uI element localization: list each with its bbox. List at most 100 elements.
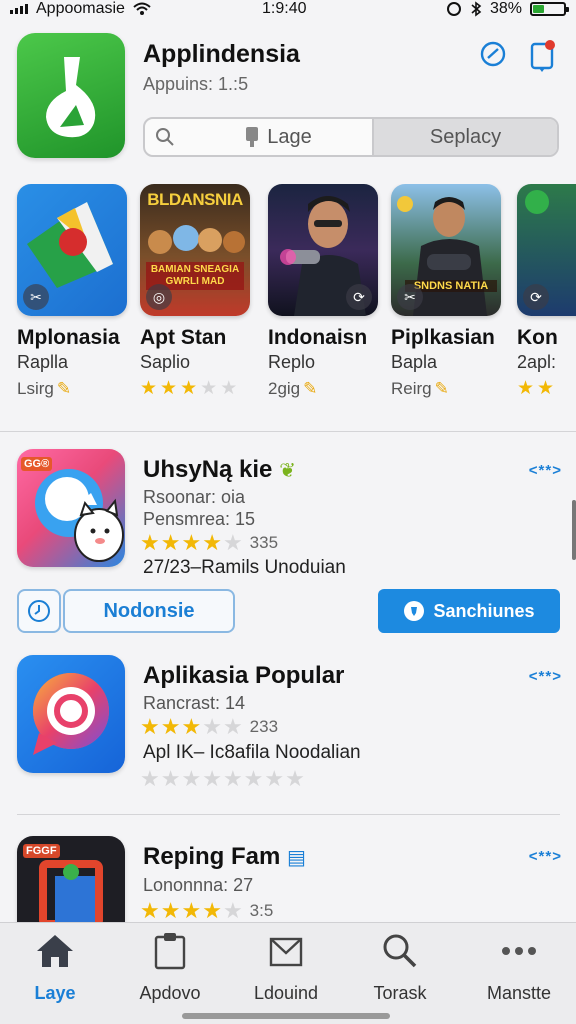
star-icon: ★ <box>243 766 264 791</box>
popular-more-button[interactable]: <**> <box>529 668 562 685</box>
star-icon: ★ <box>140 766 160 791</box>
app-art: SNDNS NATIA ✂ <box>391 184 501 316</box>
third-title-text: Reping Fam <box>143 843 281 870</box>
tab-manstte[interactable]: Manstte <box>469 929 569 1009</box>
card-meta-text: Lsirg <box>17 379 54 398</box>
popular-date-line: Apl IK– Ic8afila Noodalian <box>143 742 361 763</box>
page-title: Applindensia <box>143 40 300 68</box>
clock-button[interactable] <box>17 589 61 633</box>
signal-icon <box>10 4 28 14</box>
mail-icon <box>269 929 303 973</box>
app-carousel: ✂ Mplonasia Raplla Lsirg ✎ BLDANSNIA BAM… <box>0 184 576 414</box>
third-app-icon[interactable]: FGGF <box>17 836 125 922</box>
play-badge-icon: ✂ <box>23 284 49 310</box>
star-icon: ★ <box>202 766 222 791</box>
carousel-card[interactable]: ⟳ Kon 2apl: ★ ★ <box>517 184 576 398</box>
status-time: 1:9:40 <box>262 0 307 17</box>
gamepad-badge-icon: ◎ <box>146 284 172 310</box>
tab-label: Ldouind <box>253 983 319 1003</box>
featured-rating-count: 335 <box>249 533 279 552</box>
tab-laye[interactable]: Laye <box>5 929 105 1009</box>
star-icon: ★ <box>517 378 535 399</box>
carousel-card[interactable]: ✂ Mplonasia Raplla Lsirg ✎ <box>17 184 139 399</box>
tab-label: Manstte <box>486 983 552 1003</box>
bell-badge-icon <box>530 40 555 72</box>
featured-line-1: Rsoonar: oia <box>143 487 246 507</box>
featured-badge: GG® <box>21 457 53 471</box>
search-button[interactable] <box>477 38 511 72</box>
clipboard-icon <box>154 929 186 973</box>
scroll-indicator[interactable] <box>572 500 576 560</box>
tab-ldouind[interactable]: Ldouind <box>236 929 336 1009</box>
segment-lage[interactable]: Lage <box>185 119 374 155</box>
star-icon: ★ <box>264 766 285 791</box>
app-badge-icon <box>525 190 549 214</box>
status-right: 38% <box>446 0 569 18</box>
card-meta-text: Reirg <box>391 379 432 398</box>
card-title: Kon <box>517 326 558 349</box>
star-icon: ★ <box>202 530 222 555</box>
search-icon <box>382 929 418 973</box>
third-badge: FGGF <box>23 844 60 858</box>
battery-icon <box>530 2 569 16</box>
home-indicator <box>182 1013 390 1019</box>
segment-seplacy-label: Seplacy <box>429 125 502 148</box>
star-icon: ★ <box>180 378 198 399</box>
card-subtitle: Replo <box>268 352 316 372</box>
popular-app-icon[interactable] <box>17 655 125 773</box>
popular-rating-count: 233 <box>249 717 279 736</box>
segment-seplacy[interactable]: Seplacy <box>374 119 557 155</box>
section-divider <box>0 431 576 432</box>
featured-line-2: Pensmrea: 15 <box>143 509 256 529</box>
tab-apdovo[interactable]: Apdovo <box>120 929 220 1009</box>
star-icon: ★ <box>160 766 181 791</box>
sanchiunes-label: Sanchiunes <box>433 600 535 621</box>
carrier-label: Appoomasie <box>36 0 125 17</box>
app-art: ⟳ <box>517 184 576 316</box>
card-meta-text: 2gig <box>268 379 301 398</box>
page-subtitle: Appuins: 1.:5 <box>143 74 249 94</box>
carousel-card[interactable]: SNDNS NATIA ✂ Piplkasian Bapla Reirg ✎ <box>391 184 513 399</box>
battery-percent: 38% <box>489 0 522 17</box>
featured-more-button[interactable]: <**> <box>529 462 562 479</box>
tab-torask[interactable]: Torask <box>350 929 450 1009</box>
third-more-button[interactable]: <**> <box>529 848 562 865</box>
pin-icon <box>246 127 259 147</box>
card-meta: Reirg ✎ <box>391 379 513 399</box>
nodonsie-button[interactable]: Nodonsie <box>63 589 235 633</box>
card-title: Piplkasian <box>391 326 495 349</box>
action-row: Nodonsie Sanchiunes <box>17 589 560 633</box>
leaf-drop-icon <box>46 56 96 137</box>
play-badge-icon: ⟳ <box>523 284 549 310</box>
star-icon: ★ <box>181 898 202 923</box>
popular-rating: ★ ★ ★ ★ ★ 233 <box>140 716 278 738</box>
carousel-card[interactable]: BLDANSNIA BAMIAN SNEAGIA GWRLI MAD ◎ Apt… <box>140 184 262 398</box>
tab-label: Torask <box>373 983 427 1003</box>
card-subtitle: 2apl: <box>517 352 557 372</box>
star-icon: ★ <box>202 714 222 739</box>
popular-title: Aplikasia Popular <box>143 662 345 689</box>
search-icon <box>480 41 506 67</box>
card-title: Indonaisn <box>268 326 368 349</box>
carousel-card[interactable]: ⟳ Indonaisn Replo 2gig ✎ <box>268 184 390 399</box>
receipt-icon: ▤ <box>287 847 306 869</box>
app-logo[interactable] <box>17 33 125 158</box>
featured-app-icon[interactable]: GG® <box>17 449 125 567</box>
notification-button[interactable] <box>526 38 560 72</box>
star-icon: ★ <box>537 378 555 399</box>
segment-search[interactable] <box>145 119 185 155</box>
tab-label: Laye <box>34 983 76 1003</box>
play-badge-icon: ✂ <box>397 284 423 310</box>
third-title: Reping Fam ▤ <box>143 843 306 871</box>
star-icon: ★ <box>222 898 243 923</box>
card-title: Mplonasia <box>17 326 120 349</box>
third-line-1: Lononnna: 27 <box>143 875 254 895</box>
card-subtitle: Raplla <box>17 352 69 372</box>
pin-drop-icon <box>404 601 425 621</box>
card-subtitle: Saplio <box>140 352 191 372</box>
featured-title-text: UhsyNą kie <box>143 456 273 483</box>
star-icon: ★ <box>202 898 222 923</box>
star-icon: ★ <box>160 898 181 923</box>
sanchiunes-button[interactable]: Sanchiunes <box>378 589 560 633</box>
status-left: Appoomasie <box>10 0 151 18</box>
